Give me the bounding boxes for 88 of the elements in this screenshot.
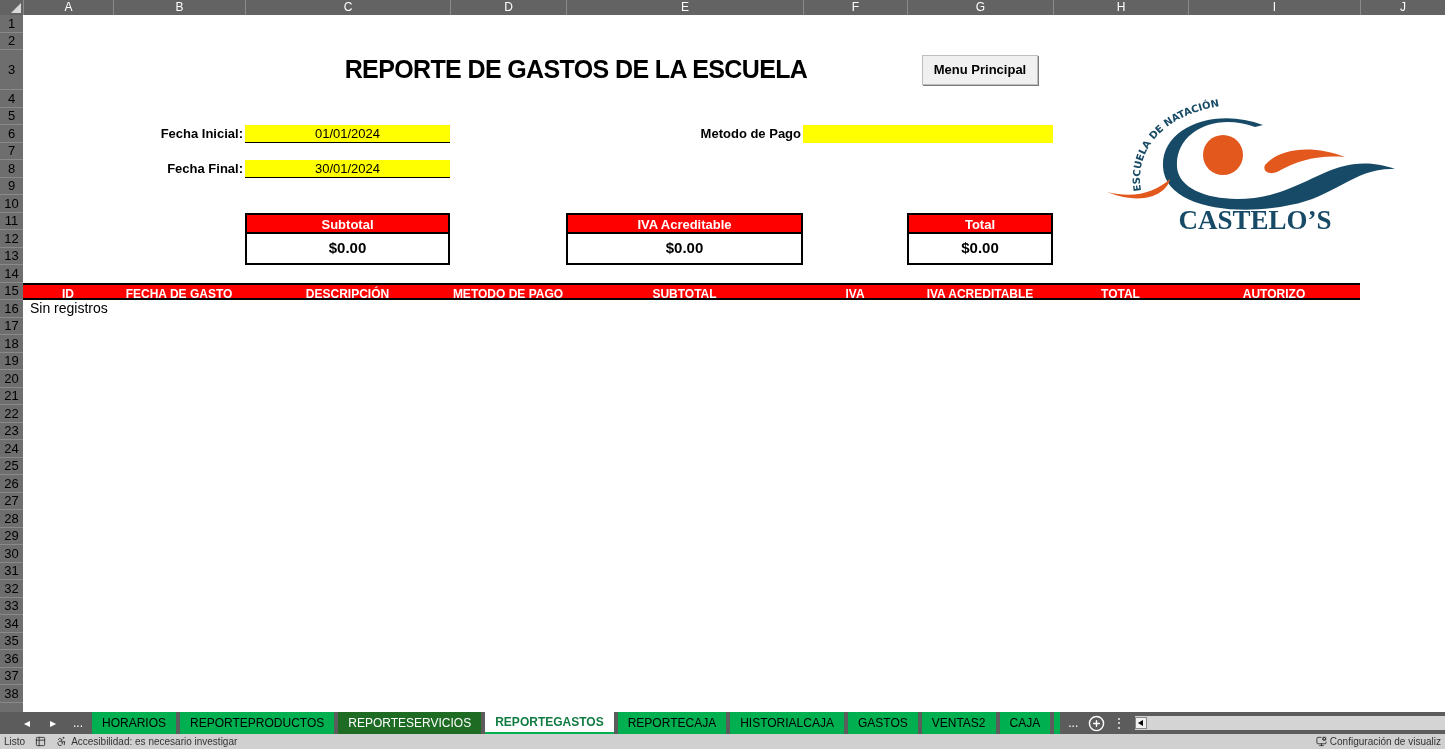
row-header[interactable]: 20	[0, 370, 23, 388]
menu-button[interactable]: Menu Principal	[922, 55, 1038, 85]
row-header[interactable]: 28	[0, 510, 23, 528]
report-title: REPORTE DE GASTOS DE LA ESCUELA	[343, 54, 809, 86]
column-header[interactable]: I	[1188, 0, 1360, 15]
summary-label: IVA Acreditable	[568, 214, 801, 234]
sheet-tab[interactable]: REPORTEGASTOS	[485, 712, 614, 734]
field-label: Metodo de Pago	[699, 125, 802, 143]
column-header[interactable]: D	[450, 0, 566, 15]
column-header[interactable]: G	[907, 0, 1053, 15]
summary-value: $0.00	[664, 238, 705, 258]
row-header[interactable]: 10	[0, 195, 23, 213]
sheet-tab[interactable]: REPORTECAJA	[617, 712, 727, 734]
row-header[interactable]: 7	[0, 142, 23, 160]
prev-sheet-button[interactable]: ◂	[14, 712, 40, 734]
row-header[interactable]: 18	[0, 335, 23, 353]
sheet-tab[interactable]: REPORTESERVICIOS	[338, 712, 482, 734]
row-header[interactable]: 13	[0, 247, 23, 265]
row-header[interactable]: 34	[0, 615, 23, 633]
options-button[interactable]: ⋮	[1109, 712, 1130, 734]
row-header[interactable]: 25	[0, 457, 23, 475]
row-header[interactable]: 24	[0, 440, 23, 458]
row-header[interactable]: 26	[0, 475, 23, 493]
empty-message: Sin registros	[29, 300, 109, 318]
row-header[interactable]: 23	[0, 422, 23, 440]
row-header[interactable]: 27	[0, 492, 23, 510]
row-header[interactable]: 35	[0, 632, 23, 650]
more-sheets-button[interactable]: ...	[66, 712, 90, 734]
column-title: AUTORIZO	[1241, 285, 1307, 303]
row-header[interactable]: 30	[0, 545, 23, 563]
row-header[interactable]: 5	[0, 107, 23, 125]
column-title: DESCRIPCIÓN	[304, 285, 391, 303]
next-sheet-button[interactable]: ▸	[40, 712, 66, 734]
column-header[interactable]: C	[245, 0, 450, 15]
row-header[interactable]: 32	[0, 580, 23, 598]
column-title: IVA	[844, 285, 866, 303]
summary-value: $0.00	[327, 238, 368, 258]
column-title: METODO DE PAGO	[451, 285, 565, 303]
field-label: Fecha Final:	[166, 160, 244, 178]
sheet-tab[interactable]: REPORTEPRODUCTOS	[180, 712, 335, 734]
summary-label: Subtotal	[247, 214, 448, 234]
column-header[interactable]: J	[1360, 0, 1445, 15]
sheet-tab[interactable]: VENTAS2	[921, 712, 996, 734]
accessibility-status[interactable]: Accesibilidad: es necesario investigar	[71, 734, 238, 749]
row-header[interactable]: 33	[0, 597, 23, 615]
row-header[interactable]: 36	[0, 650, 23, 668]
row-header[interactable]: 4	[0, 90, 23, 108]
row-header[interactable]: 19	[0, 352, 23, 370]
row-header[interactable]: 38	[0, 685, 23, 703]
row-header[interactable]: 3	[0, 50, 23, 90]
column-title: ID	[61, 285, 75, 302]
field-label: Fecha Inicial:	[159, 125, 244, 143]
column-header[interactable]: E	[566, 0, 803, 15]
row-header[interactable]: 16	[0, 300, 23, 318]
sheet-tab[interactable]: HORARIOS	[92, 712, 176, 734]
row-header[interactable]: 37	[0, 667, 23, 685]
row-header[interactable]: 31	[0, 562, 23, 580]
row-header[interactable]: 1	[0, 15, 23, 33]
row-header[interactable]: 12	[0, 230, 23, 248]
date-field[interactable]: 30/01/2024	[245, 160, 450, 178]
status-mode: Listo	[4, 735, 26, 749]
row-header[interactable]: 21	[0, 387, 23, 405]
row-header[interactable]: 17	[0, 317, 23, 335]
column-header[interactable]: F	[803, 0, 907, 15]
column-header[interactable]: A	[23, 0, 113, 15]
sheet-tab[interactable]: HISTORIALCAJA	[730, 712, 844, 734]
column-title: TOTAL	[1100, 285, 1141, 303]
column-title: SUBTOTAL	[651, 285, 718, 303]
column-header[interactable]: B	[113, 0, 245, 15]
row-header[interactable]: 14	[0, 265, 23, 283]
row-header[interactable]: 11	[0, 212, 23, 230]
date-field[interactable]: 01/01/2024	[245, 125, 450, 143]
more-sheets-button[interactable]: ...	[1062, 712, 1085, 734]
row-header[interactable]: 9	[0, 177, 23, 195]
row-header[interactable]: 6	[0, 125, 23, 143]
row-header[interactable]: 29	[0, 527, 23, 545]
row-header[interactable]: 8	[0, 160, 23, 178]
column-title: FECHA DE GASTO	[124, 285, 234, 303]
display-settings[interactable]: Configuración de visualiz	[1329, 734, 1441, 749]
summary-value: $0.00	[960, 238, 1000, 258]
column-title: IVA ACREDITABLE	[925, 285, 1035, 303]
row-header[interactable]: 22	[0, 405, 23, 423]
column-header[interactable]: H	[1053, 0, 1188, 15]
row-header[interactable]: 2	[0, 32, 23, 50]
sheet-tab[interactable]: CAJA	[999, 712, 1051, 734]
logo-wordmark: CASTELO’S	[1178, 205, 1332, 235]
summary-label: Total	[909, 214, 1051, 234]
sheet-tab[interactable]: GASTOS	[847, 712, 918, 734]
